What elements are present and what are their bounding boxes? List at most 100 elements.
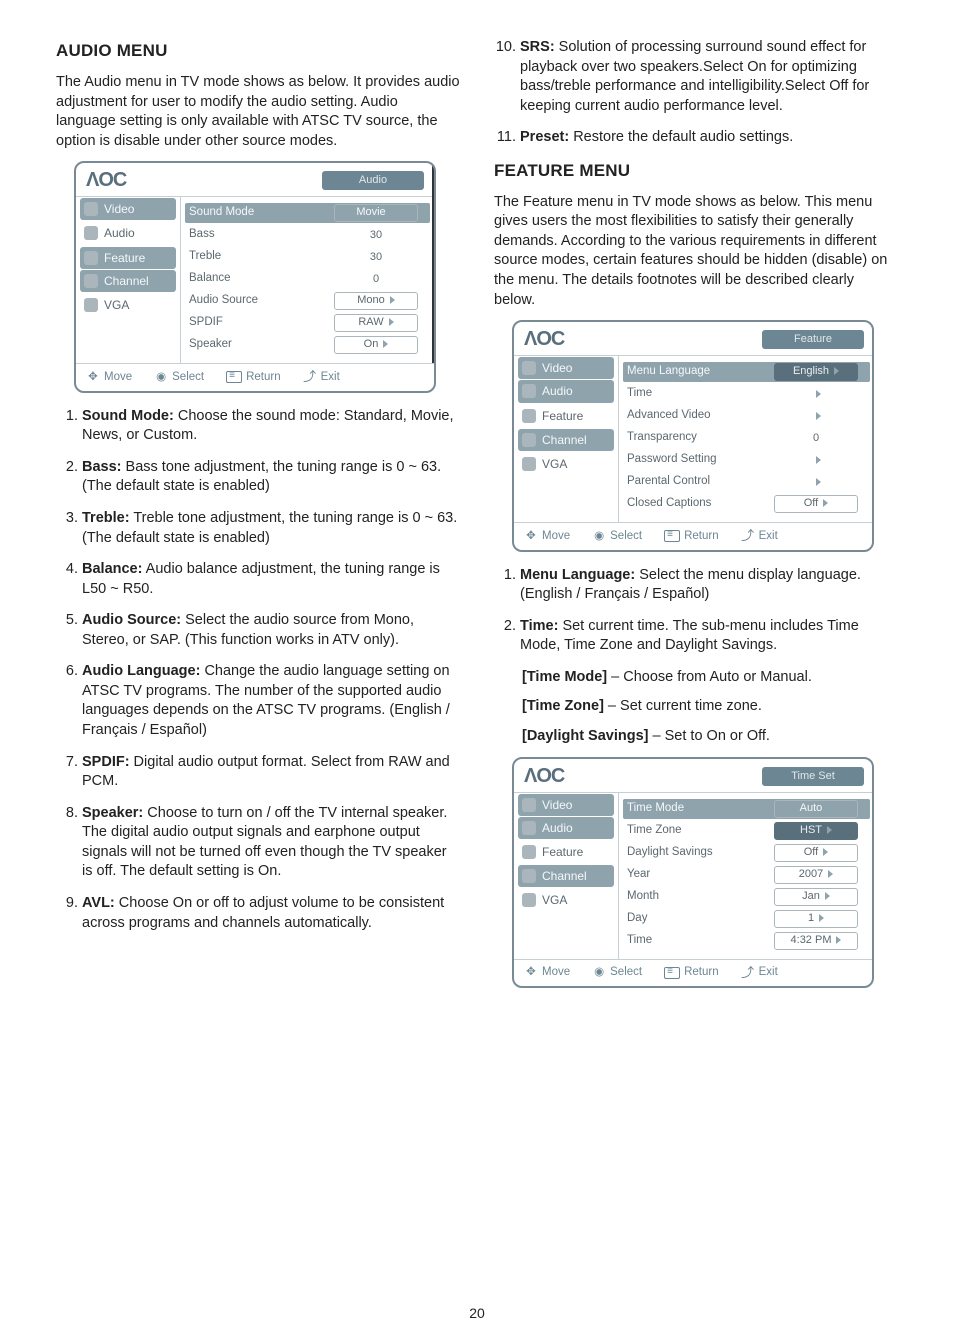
row-label: Password Setting: [627, 452, 766, 468]
value-chip: Off: [774, 844, 858, 862]
value-chip: On: [334, 336, 418, 354]
row-label: Audio Source: [189, 293, 326, 309]
nav-feature: Feature: [542, 844, 583, 860]
vga-icon: [84, 298, 98, 312]
row-label: Time: [627, 386, 766, 402]
channel-icon: [522, 869, 536, 883]
row-label: Sound Mode: [189, 205, 326, 221]
channel-icon: [522, 433, 536, 447]
osd-footer: ✥Move ◉Select Return Exit: [514, 522, 872, 550]
foot-select: Select: [610, 529, 642, 545]
row-label: SPDIF: [189, 315, 326, 331]
nav-audio: Audio: [542, 820, 573, 836]
nav-vga: VGA: [104, 297, 129, 313]
foot-exit: Exit: [759, 529, 778, 545]
chevron-right-icon: [834, 367, 839, 375]
chevron-right-icon: [827, 826, 832, 834]
feature-menu-heading: FEATURE MENU: [494, 160, 898, 183]
item-label: Menu Language:: [520, 567, 635, 583]
osd-row: Parental Control: [627, 472, 866, 492]
row-label: Speaker: [189, 337, 326, 353]
foot-select: Select: [172, 370, 204, 386]
aoc-logo: ΛOC: [86, 167, 126, 194]
nav-video: Video: [542, 360, 572, 376]
row-label: Day: [627, 911, 766, 927]
nav-video: Video: [542, 797, 572, 813]
value-chip: Movie: [334, 204, 418, 222]
foot-exit: Exit: [321, 370, 340, 386]
select-icon: ◉: [154, 370, 168, 386]
item-text: Choose On or off to adjust volume to be …: [82, 895, 444, 931]
list-item: Speaker: Choose to turn on / off the TV …: [82, 804, 460, 882]
exit-icon: [741, 964, 755, 983]
item-text: Restore the default audio settings.: [569, 129, 793, 145]
return-icon: [664, 967, 680, 979]
audio-icon: [522, 821, 536, 835]
sub-label: [Daylight Savings]: [522, 728, 649, 744]
feature-icon: [84, 251, 98, 265]
value-chip: English: [774, 363, 858, 381]
move-icon: ✥: [86, 370, 100, 386]
move-icon: ✥: [524, 965, 538, 981]
value-chip: 1: [774, 910, 858, 928]
list-item: Audio Language: Change the audio languag…: [82, 662, 460, 740]
foot-return: Return: [684, 965, 719, 981]
chevron-right-icon: [825, 892, 830, 900]
row-label: Balance: [189, 271, 326, 287]
item-label: Balance:: [82, 561, 142, 577]
nav-channel: Channel: [104, 273, 149, 289]
sub-label: [Time Mode]: [522, 669, 607, 685]
foot-return: Return: [246, 370, 281, 386]
row-label: Menu Language: [627, 364, 766, 380]
chevron-right-icon: [816, 390, 821, 398]
foot-move: Move: [542, 965, 570, 981]
exit-icon: [303, 368, 317, 387]
osd-left-nav: Video Audio Feature Channel VGA: [514, 356, 619, 522]
video-icon: [522, 798, 536, 812]
row-label: Bass: [189, 227, 326, 243]
osd-left-nav: Video Audio Feature Channel VGA: [514, 793, 619, 959]
row-label: Advanced Video: [627, 408, 766, 424]
value-text: 30: [370, 229, 382, 241]
aoc-logo: ΛOC: [524, 326, 564, 353]
item-label: Bass:: [82, 459, 122, 475]
chevron-right-icon: [816, 456, 821, 464]
row-label: Closed Captions: [627, 496, 766, 512]
exit-icon: [741, 527, 755, 546]
osd-row: Password Setting: [627, 450, 866, 470]
audio-icon: [84, 226, 98, 240]
list-item: Time: Set current time. The sub-menu inc…: [520, 617, 898, 656]
osd-row: Year2007: [627, 865, 866, 885]
feature-menu-intro: The Feature menu in TV mode shows as bel…: [494, 193, 898, 310]
value-chip: Jan: [774, 888, 858, 906]
value-chip: Off: [774, 495, 858, 513]
value-chip: Auto: [774, 800, 858, 818]
chevron-right-icon: [389, 318, 394, 326]
osd-audio: ΛOC Audio Video Audio Feature Channel VG…: [74, 161, 436, 393]
osd-row: Balance0: [189, 269, 426, 289]
chevron-right-icon: [823, 499, 828, 507]
value-chip: 4:32 PM: [774, 932, 858, 950]
nav-audio: Audio: [542, 383, 573, 399]
chevron-right-icon: [816, 412, 821, 420]
sub-label: [Time Zone]: [522, 698, 604, 714]
nav-channel: Channel: [542, 432, 587, 448]
row-label: Time Zone: [627, 823, 766, 839]
osd-row: Audio SourceMono: [189, 291, 426, 311]
item-label: Audio Source:: [82, 612, 181, 628]
osd-row: SPDIFRAW: [189, 313, 426, 333]
item-text: Solution of processing surround sound ef…: [520, 39, 869, 114]
osd-row: Time ZoneHST: [627, 821, 866, 841]
audio-icon: [522, 384, 536, 398]
foot-return: Return: [684, 529, 719, 545]
nav-video: Video: [104, 201, 134, 217]
foot-exit: Exit: [759, 965, 778, 981]
sub-text: – Choose from Auto or Manual.: [607, 669, 812, 685]
list-item: SPDIF: Digital audio output format. Sele…: [82, 753, 460, 792]
osd-title: Feature: [762, 330, 864, 349]
row-label: Transparency: [627, 430, 766, 446]
list-item: Audio Source: Select the audio source fr…: [82, 611, 460, 650]
chevron-right-icon: [391, 208, 396, 216]
vga-icon: [522, 893, 536, 907]
item-text: Treble tone adjustment, the tuning range…: [82, 510, 457, 546]
